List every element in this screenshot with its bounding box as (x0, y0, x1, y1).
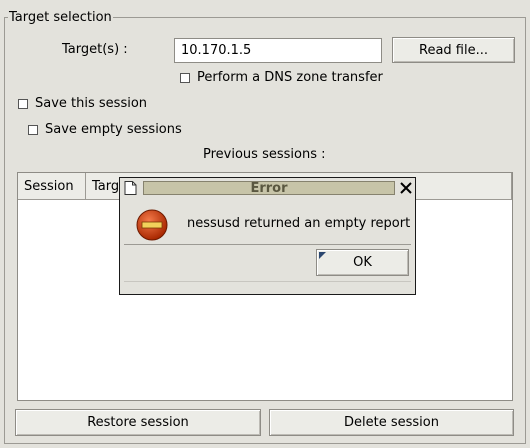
dialog-title: Error (143, 180, 395, 196)
error-stop-icon (134, 209, 170, 241)
targets-input-value: 10.170.1.5 (181, 43, 252, 58)
dialog-title-text: Error (250, 180, 288, 196)
save-session-label: Save this session (35, 96, 148, 111)
save-empty-checkbox[interactable] (28, 125, 38, 135)
ok-button-label: OK (353, 255, 372, 270)
dialog-bottom-separator (124, 281, 411, 282)
read-file-button[interactable]: Read file... (392, 37, 515, 63)
dialog-title-bar[interactable]: Error (122, 180, 413, 196)
restore-session-button-label: Restore session (87, 415, 189, 430)
default-button-marker-icon (319, 252, 326, 259)
targets-input[interactable]: 10.170.1.5 (174, 38, 382, 63)
dialog-message: nessusd returned an empty report (187, 216, 411, 231)
save-empty-label: Save empty sessions (45, 122, 182, 137)
error-dialog: Error nessusd returned an empty report O… (119, 177, 416, 295)
previous-sessions-label: Previous sessions : (203, 147, 326, 162)
dns-zone-label: Perform a DNS zone transfer (197, 70, 383, 85)
read-file-button-label: Read file... (419, 42, 488, 58)
delete-session-button-label: Delete session (344, 415, 439, 430)
column-header-session[interactable]: Session (18, 173, 86, 200)
target-selection-legend: Target selection (8, 9, 113, 26)
close-icon[interactable] (399, 181, 413, 195)
save-session-checkbox[interactable] (18, 99, 28, 109)
delete-session-button[interactable]: Delete session (269, 409, 514, 436)
column-header-session-label: Session (24, 178, 74, 194)
ok-button[interactable]: OK (316, 249, 409, 276)
window-menu-icon[interactable] (124, 181, 137, 195)
dns-zone-checkbox[interactable] (180, 73, 190, 83)
restore-session-button[interactable]: Restore session (15, 409, 261, 436)
dialog-separator (124, 244, 411, 245)
targets-label: Target(s) : (62, 42, 128, 57)
